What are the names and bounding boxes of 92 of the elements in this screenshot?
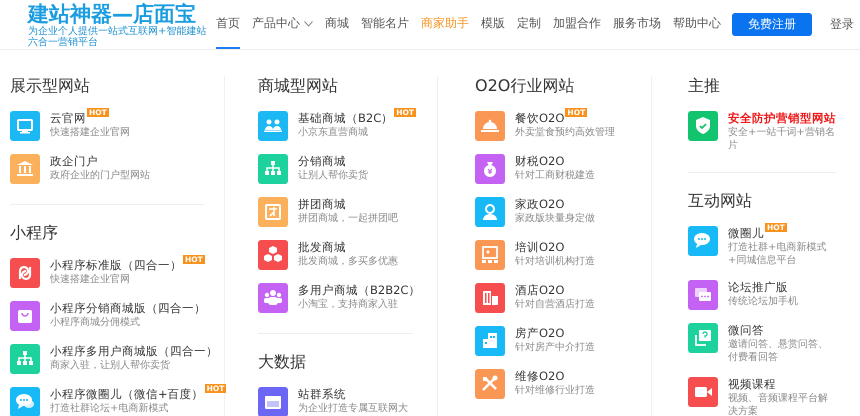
- person-icon[interactable]: [475, 197, 505, 227]
- login-link[interactable]: 登录: [830, 16, 854, 33]
- presentation-icon[interactable]: [475, 240, 505, 270]
- product-link[interactable]: 培训O2O: [515, 240, 564, 255]
- product-link[interactable]: 维修O2O: [515, 369, 564, 384]
- building-icon[interactable]: [475, 283, 505, 313]
- product-description: 批发商城，多买多优惠: [298, 255, 398, 268]
- org-chart-icon[interactable]: [258, 154, 288, 184]
- product-description: 商家入驻，让别人帮你卖货: [50, 359, 171, 372]
- frame-icon[interactable]: [258, 197, 288, 227]
- product-description: 打造社群论坛+电商新模式: [50, 402, 170, 415]
- product-link[interactable]: 餐饮O2O: [515, 111, 564, 126]
- food-cover-icon[interactable]: [475, 111, 505, 141]
- browser-icon[interactable]: [258, 387, 288, 416]
- nav-link[interactable]: 产品中心: [252, 0, 313, 49]
- product-link[interactable]: 酒店O2O: [515, 283, 564, 298]
- section-title: 小程序: [10, 223, 59, 243]
- register-button[interactable]: 免费注册: [732, 13, 812, 36]
- link-icon[interactable]: [10, 258, 40, 288]
- product-description: 小京东直营商城: [298, 126, 369, 139]
- product-link[interactable]: 安全防护营销型网站: [728, 111, 836, 126]
- product-link[interactable]: 基础商城（B2C）: [298, 111, 394, 126]
- section-title: 主推: [688, 76, 721, 96]
- nav-link[interactable]: 模版: [481, 0, 505, 49]
- product-description: 为企业打造专属互联网大: [298, 402, 408, 415]
- product-description: 小程序商城分佣模式: [50, 316, 141, 329]
- logo-tagline: 为企业个人提供一站式互联网+智能建站六合一营销平台: [28, 26, 208, 48]
- product-description: 小淘宝，支持商家入驻: [298, 298, 399, 311]
- tools-icon[interactable]: [475, 369, 505, 399]
- product-description: 外卖堂食预约高效管理: [515, 126, 615, 139]
- chat-icon[interactable]: [688, 226, 718, 256]
- product-link[interactable]: 多用户商城（B2B2C）: [298, 283, 420, 298]
- monitor-icon[interactable]: [10, 111, 40, 141]
- product-description: 针对房产中介打造: [515, 341, 595, 354]
- nav-link[interactable]: 定制: [517, 0, 541, 49]
- product-link[interactable]: 小程序标准版（四合一）: [50, 258, 182, 273]
- product-description: 针对培训机构打造: [515, 255, 595, 268]
- nav-link[interactable]: 帮助中心: [673, 0, 721, 49]
- product-description: 拼团商城，一起拼团吧: [298, 212, 398, 225]
- product-description: 视频、音频课程平台解决方案: [728, 392, 829, 416]
- product-description: 邀请问答、悬赏问答、付费看回答: [728, 338, 829, 364]
- product-link[interactable]: 分销商城: [298, 154, 346, 169]
- product-description: 针对工商财税建造: [515, 169, 595, 182]
- product-link[interactable]: 批发商城: [298, 240, 346, 255]
- section-title: O2O行业网站: [475, 76, 576, 96]
- product-link[interactable]: 微圈儿: [728, 226, 764, 241]
- chat-icon[interactable]: [10, 387, 40, 416]
- product-link[interactable]: 微问答: [728, 323, 764, 338]
- product-link[interactable]: 小程序多用户商城版（四合一）: [50, 344, 218, 359]
- org-chart-icon[interactable]: [10, 344, 40, 374]
- product-link[interactable]: 政企门户: [50, 154, 98, 169]
- product-link[interactable]: 论坛推广版: [728, 280, 788, 295]
- cubes-icon[interactable]: [258, 240, 288, 270]
- section-title: 大数据: [258, 352, 307, 372]
- product-description: 政府企业的门户型网站: [50, 169, 150, 182]
- chevron-down-icon: [304, 20, 313, 26]
- shield-icon[interactable]: [688, 111, 718, 141]
- product-description: 家政版块量身定做: [515, 212, 595, 225]
- product-description: 针对自营酒店打造: [515, 298, 595, 311]
- section-title: 展示型网站: [10, 76, 91, 96]
- people-icon[interactable]: [258, 111, 288, 141]
- money-bag-icon[interactable]: [475, 154, 505, 184]
- product-description: 传统论坛加手机: [728, 295, 798, 308]
- section-title: 商城型网站: [258, 76, 339, 96]
- product-link[interactable]: 拼团商城: [298, 197, 346, 212]
- product-description: 安全+一站千词+营销名片: [728, 126, 836, 152]
- bank-icon[interactable]: [10, 154, 40, 184]
- product-description: 快速搭建企业官网: [50, 126, 130, 139]
- product-description: 让别人帮你卖货: [298, 169, 368, 182]
- bag-icon[interactable]: [10, 301, 40, 331]
- product-description: 快速搭建企业官网: [50, 273, 131, 286]
- product-link[interactable]: 视频课程: [728, 377, 776, 392]
- section-title: 互动网站: [688, 191, 753, 211]
- product-link[interactable]: 站群系统: [298, 387, 346, 402]
- product-link[interactable]: 财税O2O: [515, 154, 564, 169]
- nav-link[interactable]: 智能名片: [361, 0, 409, 49]
- video-camera-icon[interactable]: [688, 377, 718, 407]
- messages-icon[interactable]: [688, 280, 718, 310]
- nav-link[interactable]: 服务市场: [613, 0, 661, 49]
- product-description: 针对维修行业打造: [515, 384, 595, 397]
- nav-link[interactable]: 首页: [216, 0, 240, 49]
- buildings-icon[interactable]: [475, 326, 505, 356]
- nav-link[interactable]: 加盟合作: [553, 0, 601, 49]
- nav-link[interactable]: 商城: [325, 0, 349, 49]
- product-link[interactable]: 小程序微圈儿（微信+百度）: [50, 387, 204, 402]
- group-icon[interactable]: [258, 283, 288, 313]
- product-link[interactable]: 房产O2O: [515, 326, 564, 341]
- product-description: 打造社群+电商新模式+同城信息平台: [728, 241, 828, 267]
- product-link[interactable]: 小程序分销商城版（四合一）: [50, 301, 206, 316]
- question-icon[interactable]: [688, 323, 718, 353]
- product-link[interactable]: 家政O2O: [515, 197, 564, 212]
- product-link[interactable]: 云官网: [50, 111, 86, 126]
